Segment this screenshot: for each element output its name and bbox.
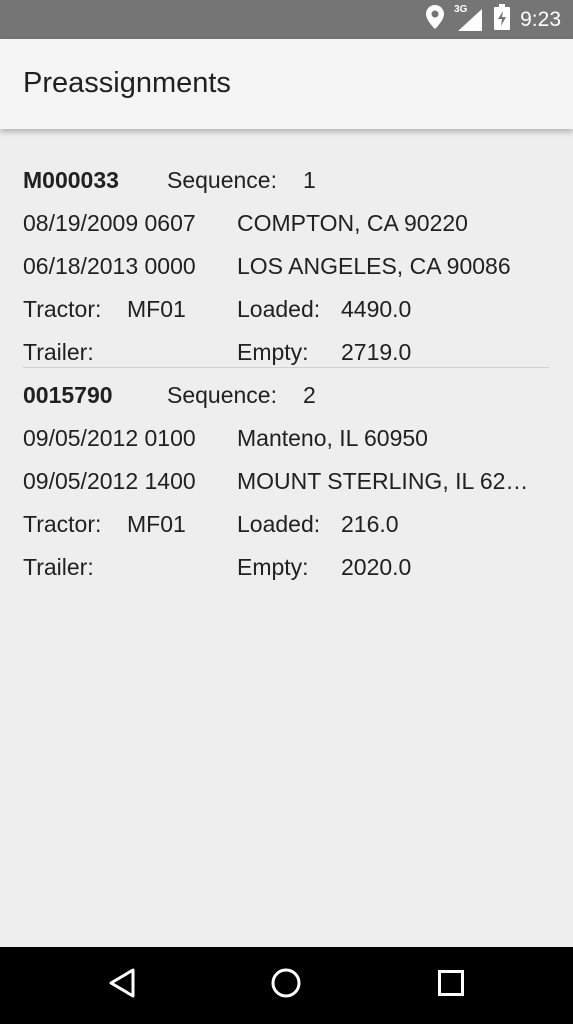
list-item[interactable]: 0015790 Sequence: 2 09/05/2012 0100 Mant… [0,374,573,588]
sequence-label: Sequence: [167,167,277,193]
destination-location: MOUNT STERLING, IL 62… [237,468,529,494]
assignment-id: M000033 [23,167,119,193]
assignment-id: 0015790 [23,382,113,408]
back-button[interactable] [92,956,152,1016]
tractor-row: Tractor: MF01 Loaded: 216.0 [0,503,573,546]
home-button[interactable] [256,956,316,1016]
origin-location: COMPTON, CA 90220 [237,210,468,236]
status-time: 9:23 [520,7,561,31]
loaded-value: 216.0 [341,511,399,537]
empty-label: Empty: [237,554,309,580]
assignment-header-row: M000033 Sequence: 1 [0,159,573,202]
trailer-row: Trailer: Empty: 2020.0 [0,546,573,589]
sequence-value: 2 [303,382,316,408]
loaded-label: Loaded: [237,296,321,322]
destination-row: 06/18/2013 0000 LOS ANGELES, CA 90086 [0,245,573,288]
destination-location: LOS ANGELES, CA 90086 [237,253,511,279]
list-item[interactable]: M000033 Sequence: 1 08/19/2009 0607 COMP… [0,159,573,373]
tractor-label: Tractor: [23,511,102,537]
divider [23,367,549,368]
back-icon [107,967,137,1004]
tractor-row: Tractor: MF01 Loaded: 4490.0 [0,288,573,331]
location-icon [426,5,445,34]
origin-row: 08/19/2009 0607 COMPTON, CA 90220 [0,202,573,245]
origin-datetime: 08/19/2009 0607 [23,210,196,236]
empty-value: 2020.0 [341,554,412,580]
navigation-bar [0,947,573,1024]
status-icons: 3G 9:23 [426,0,561,39]
loaded-value: 4490.0 [341,296,412,322]
tractor-value: MF01 [127,511,186,537]
tractor-label: Tractor: [23,296,102,322]
signal-3g-icon: 3G [454,3,484,33]
status-bar: 3G 9:23 [0,0,573,39]
battery-icon [494,4,511,35]
sequence-label: Sequence: [167,382,277,408]
network-type-label: 3G [454,3,468,15]
tractor-value: MF01 [127,296,186,322]
preassignment-list: M000033 Sequence: 1 08/19/2009 0607 COMP… [0,129,573,947]
home-icon [270,967,302,1004]
origin-row: 09/05/2012 0100 Manteno, IL 60950 [0,417,573,460]
destination-datetime: 09/05/2012 1400 [23,468,196,494]
sequence-value: 1 [303,167,316,193]
destination-row: 09/05/2012 1400 MOUNT STERLING, IL 62… [0,460,573,503]
recents-icon [437,969,465,1002]
trailer-label: Trailer: [23,554,94,580]
origin-location: Manteno, IL 60950 [237,425,428,451]
recents-button[interactable] [421,956,481,1016]
app-bar: Preassignments [0,39,573,129]
origin-datetime: 09/05/2012 0100 [23,425,196,451]
loaded-label: Loaded: [237,511,321,537]
destination-datetime: 06/18/2013 0000 [23,253,196,279]
page-title: Preassignments [23,67,231,99]
assignment-header-row: 0015790 Sequence: 2 [0,374,573,417]
